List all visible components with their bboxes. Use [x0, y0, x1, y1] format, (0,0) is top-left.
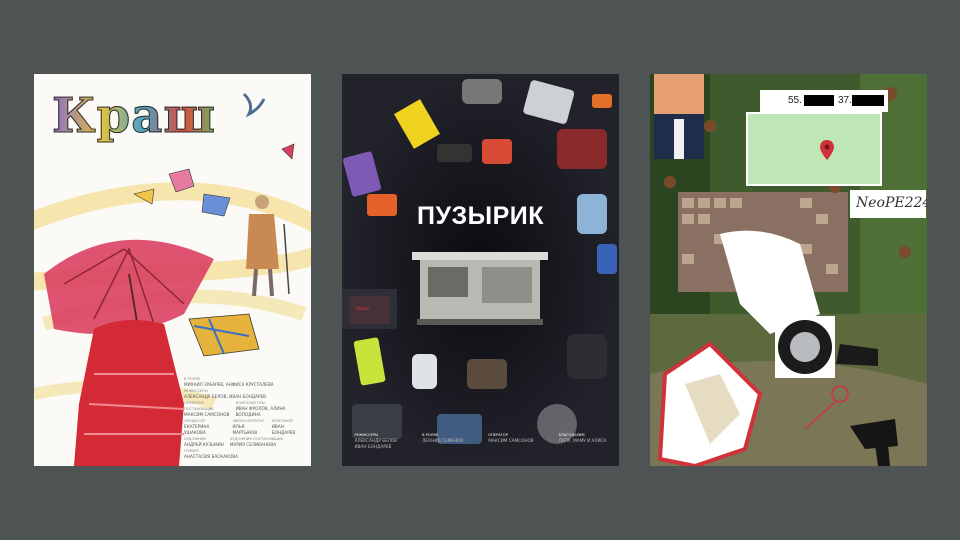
coordinates-bar: 55. 37. — [760, 90, 888, 112]
credit-role: ГРИМЕР — [184, 449, 199, 453]
credit-names: ПАПУ, МАМУ И АЛИСА — [558, 438, 607, 443]
poster-krash-credits: В РОЛЯХ МИХАИЛ ЗУБАРЕВ, АНФИСА КРУСТАЛЕВА… — [184, 376, 304, 460]
house-model — [412, 252, 548, 325]
poster-puzyrik-credits: РЕЖИССЕРЫ АЛЕКСАНДР БЕЛОВ ИВАН БОНДАРЕВ В… — [342, 432, 619, 450]
credit-role: РЕЖИССЕРЫ — [184, 389, 208, 393]
coordinate-lat: 55. — [788, 95, 802, 106]
credit-role: В РОЛЯХ — [184, 377, 201, 381]
poster-collage[interactable]: 55. 37. NeoPE224 — [650, 74, 927, 466]
credit-names: ИВАН ФРОЛОВ, АЛИНА ВОЛОДИНА — [235, 406, 286, 417]
credit-role: БЛАГОДАРИМ — [558, 433, 585, 437]
map-snippet — [746, 112, 882, 186]
credit-role: ЗВУКООПЕРАТОР — [232, 419, 265, 423]
credit-role: МОНТАЖЕР — [271, 419, 294, 423]
poster-krash-title: Краш — [52, 88, 216, 145]
poster-puzyrik-art — [342, 74, 619, 466]
credit-role: ХУДОЖНИК — [184, 437, 207, 441]
credit-role: ПРОДЮСЕР — [184, 419, 206, 423]
credit-names: МАРИЯ СЕЛИВАНОВА — [229, 442, 277, 447]
credit-role: В РОЛЯХ — [422, 433, 439, 437]
credit-names: ИЛЬЯ МАРТЫНОВ — [232, 424, 258, 435]
coordinate-lon: 37. — [838, 95, 852, 106]
credit-role: ОПЕРАТОР — [488, 433, 508, 437]
credit-names: АНАСТАСИЯ БАСКАКОВА — [184, 454, 239, 459]
credit-names: АНДРЕЙ КУЗЬМИН — [184, 442, 224, 447]
credit-role: КОМПОЗИТОРЫ — [235, 401, 265, 405]
credit-names: АЛЕКСАНДР БЕЛОВ, ИВАН БОНДАРЕВ — [184, 394, 267, 399]
credit-names: АЛЕКСАНДР БЕЛОВ ИВАН БОНДАРЕВ — [354, 438, 398, 449]
credit-role: ХУДОЖНИК-ПОСТАНОВЩИК — [229, 437, 284, 441]
laptop-screen-text: Ярлык — [356, 306, 370, 311]
credit-names: МИХАИЛ ЗУБАРЕВ, АНФИСА КРУСТАЛЕВА — [184, 382, 274, 387]
credit-names: ИВАН БОНДАРЕВ — [271, 424, 296, 435]
credit-names: МАКСИМ САМСОНОВ — [488, 438, 534, 443]
credit-names: ЛЕОНИД СЕМЕНОВ — [422, 438, 464, 443]
credit-names: МАКСИМ САМСОНОВ — [184, 412, 230, 417]
captcha-image: NeoPE224 — [850, 190, 927, 218]
redaction-bar — [804, 95, 834, 106]
captcha-text: NeoPE224 — [856, 195, 927, 211]
redaction-bar — [852, 95, 884, 106]
poster-puzyrik[interactable]: Ярлык ПУЗЫРИК РЕЖИССЕРЫ АЛЕКСАНДР БЕЛОВ И… — [342, 74, 619, 466]
credit-role: ОПЕРАТОР-ПОСТАНОВЩИК — [184, 401, 214, 411]
credit-role: РЕЖИССЕРЫ — [354, 433, 379, 437]
poster-puzyrik-title: ПУЗЫРИК — [416, 202, 545, 230]
poster-krash[interactable]: Краш В РОЛЯХ МИХАИЛ ЗУБАРЕВ, АНФИСА КРУСТ… — [34, 74, 311, 466]
credit-names: ЕКАТЕРИНА УШАКОВА — [184, 424, 210, 435]
map-pin-icon — [820, 140, 834, 160]
